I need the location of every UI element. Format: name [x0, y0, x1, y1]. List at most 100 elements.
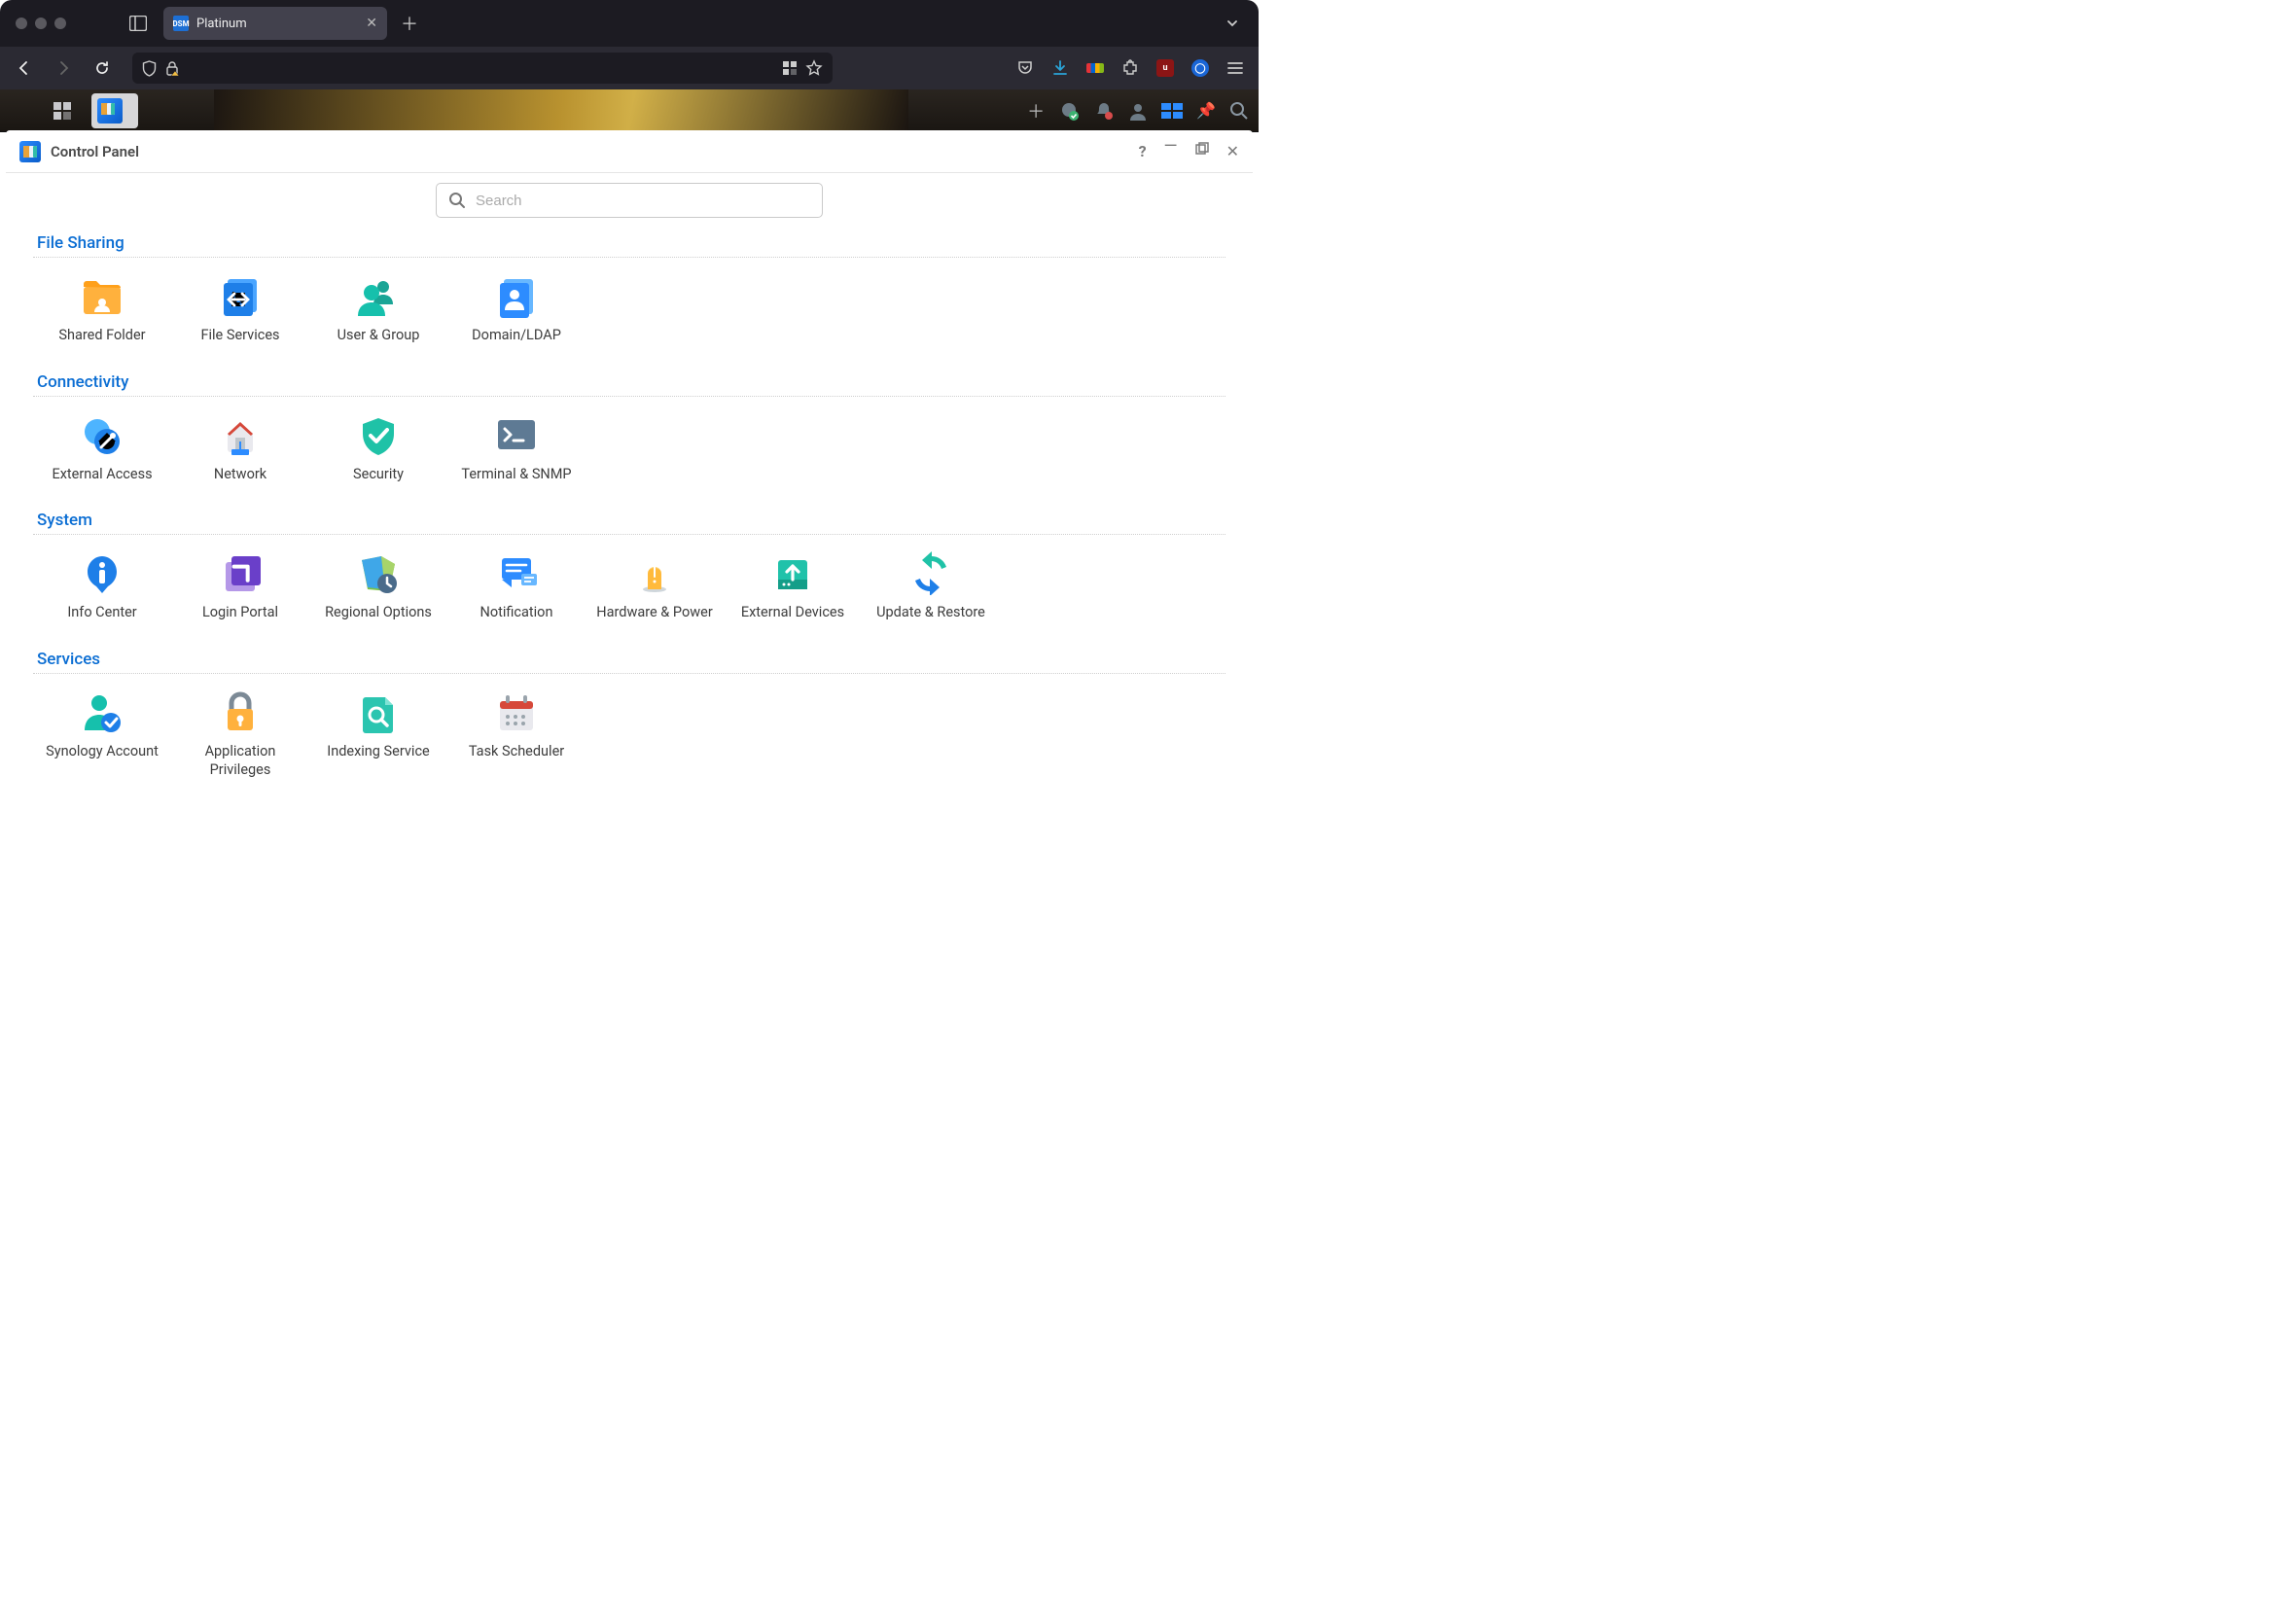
cp-item-external-access[interactable]: External Access — [33, 408, 171, 494]
indexing-icon — [356, 689, 401, 734]
dsm-health-icon[interactable] — [1058, 100, 1080, 122]
cp-item-label: Task Scheduler — [469, 742, 564, 761]
login-portal-icon — [218, 550, 263, 595]
dsm-search-icon[interactable] — [1229, 101, 1249, 121]
hardware-icon — [632, 550, 677, 595]
notification-icon — [494, 550, 539, 595]
cp-item-label: File Services — [200, 326, 279, 345]
window-help-button[interactable]: ? — [1139, 142, 1147, 160]
cp-item-domain-ldap[interactable]: Domain/LDAP — [447, 269, 586, 355]
dsm-dashboard-icon[interactable] — [1161, 103, 1183, 119]
cp-item-label: Login Portal — [202, 603, 278, 622]
file-services-icon — [218, 273, 263, 318]
dsm-pin-icon[interactable]: 📌 — [1196, 101, 1216, 120]
close-window-icon[interactable] — [16, 18, 27, 29]
tab-close-icon[interactable]: ✕ — [366, 16, 377, 31]
cp-item-user-group[interactable]: User & Group — [309, 269, 447, 355]
app-menu-icon[interactable] — [1222, 54, 1249, 82]
control-panel-icon — [19, 141, 41, 162]
nav-back-button[interactable] — [10, 53, 39, 83]
dsm-task-control-panel[interactable] — [91, 93, 138, 128]
cp-item-security[interactable]: Security — [309, 408, 447, 494]
cp-item-notification[interactable]: Notification — [447, 547, 586, 632]
pocket-icon[interactable] — [1012, 54, 1039, 82]
cp-item-label: Synology Account — [46, 742, 159, 761]
window-minimize-button[interactable]: — — [1164, 142, 1178, 160]
app-priv-icon — [218, 689, 263, 734]
window-titlebar[interactable]: Control Panel ? — ✕ — [6, 130, 1253, 173]
browser-tab-strip: DSM Platinum ✕ ＋ — [0, 0, 1259, 47]
extension-1password-icon[interactable]: ◯ — [1187, 54, 1214, 82]
lock-warning-icon — [164, 60, 180, 77]
update-restore-icon — [908, 550, 953, 595]
syno-account-icon — [80, 689, 124, 734]
cp-item-update-restore[interactable]: Update & Restore — [862, 547, 1000, 632]
cp-item-file-services[interactable]: File Services — [171, 269, 309, 355]
browser-toolbar: u ◯ — [0, 47, 1259, 89]
cp-item-info-center[interactable]: Info Center — [33, 547, 171, 632]
cp-item-syno-account[interactable]: Synology Account — [33, 686, 171, 790]
shared-folder-icon — [80, 273, 124, 318]
section-grid: Info Center Login Portal Regional Options N… — [33, 547, 1225, 632]
cp-item-label: Terminal & SNMP — [461, 465, 571, 484]
control-panel-window: Control Panel ? — ✕ File Sharing Shared F… — [6, 130, 1253, 817]
minimize-window-icon[interactable] — [35, 18, 47, 29]
network-icon — [218, 412, 263, 457]
cp-item-label: Regional Options — [325, 603, 432, 622]
section-grid: Synology Account Application Privileges In… — [33, 686, 1225, 790]
browser-tab[interactable]: DSM Platinum ✕ — [163, 7, 387, 40]
section-divider — [33, 257, 1225, 258]
cp-item-hardware[interactable]: Hardware & Power — [586, 547, 724, 632]
cp-item-label: Indexing Service — [327, 742, 429, 761]
bookmark-star-icon[interactable] — [805, 59, 823, 77]
cp-item-label: Notification — [480, 603, 553, 622]
extension-ublock-icon[interactable]: u — [1152, 54, 1179, 82]
cp-item-ext-devices[interactable]: External Devices — [724, 547, 862, 632]
cp-item-login-portal[interactable]: Login Portal — [171, 547, 309, 632]
terminal-icon — [494, 412, 539, 457]
cp-item-app-priv[interactable]: Application Privileges — [171, 686, 309, 790]
shield-icon — [142, 60, 157, 77]
dsm-notifications-icon[interactable] — [1093, 100, 1115, 122]
cp-item-task-scheduler[interactable]: Task Scheduler — [447, 686, 586, 790]
section-grid: Shared Folder File Services User & Group Do… — [33, 269, 1225, 355]
dsm-user-icon[interactable] — [1128, 101, 1148, 121]
cp-item-label: Security — [353, 465, 404, 484]
section-title: File Sharing — [33, 224, 1225, 257]
cp-item-label: Domain/LDAP — [472, 326, 561, 345]
cp-item-regional[interactable]: Regional Options — [309, 547, 447, 632]
sidebar-toggle-icon[interactable] — [124, 10, 152, 37]
window-close-button[interactable]: ✕ — [1226, 142, 1239, 160]
reader-view-icon[interactable] — [782, 60, 798, 76]
control-panel-search[interactable] — [436, 183, 823, 218]
section-divider — [33, 673, 1225, 674]
external-access-icon — [80, 412, 124, 457]
nav-reload-button[interactable] — [88, 53, 117, 83]
info-center-icon — [80, 550, 124, 595]
zoom-window-icon[interactable] — [54, 18, 66, 29]
section-grid: External Access Network Security Terminal &… — [33, 408, 1225, 494]
search-input[interactable] — [476, 193, 810, 209]
dsm-taskbar: ＋ 📌 — [0, 89, 1259, 132]
cp-item-terminal[interactable]: Terminal & SNMP — [447, 408, 586, 494]
url-bar[interactable] — [132, 53, 833, 84]
cp-item-network[interactable]: Network — [171, 408, 309, 494]
cp-item-label: External Access — [52, 465, 152, 484]
section-divider — [33, 534, 1225, 535]
dsm-main-menu-button[interactable] — [39, 93, 86, 128]
cp-item-indexing[interactable]: Indexing Service — [309, 686, 447, 790]
window-maximize-button[interactable] — [1195, 142, 1209, 160]
extension-ebay-icon[interactable] — [1082, 54, 1109, 82]
section-title: System — [33, 501, 1225, 534]
regional-icon — [356, 550, 401, 595]
cp-item-label: Info Center — [67, 603, 136, 622]
cp-item-label: Update & Restore — [876, 603, 985, 622]
dsm-add-widget-icon[interactable]: ＋ — [1027, 98, 1045, 124]
downloads-icon[interactable] — [1047, 54, 1074, 82]
cp-item-label: Network — [214, 465, 266, 484]
nav-forward-button[interactable] — [49, 53, 78, 83]
extensions-icon[interactable] — [1117, 54, 1144, 82]
cp-item-shared-folder[interactable]: Shared Folder — [33, 269, 171, 355]
new-tab-button[interactable]: ＋ — [401, 11, 418, 36]
tabs-dropdown-icon[interactable] — [1225, 17, 1239, 30]
